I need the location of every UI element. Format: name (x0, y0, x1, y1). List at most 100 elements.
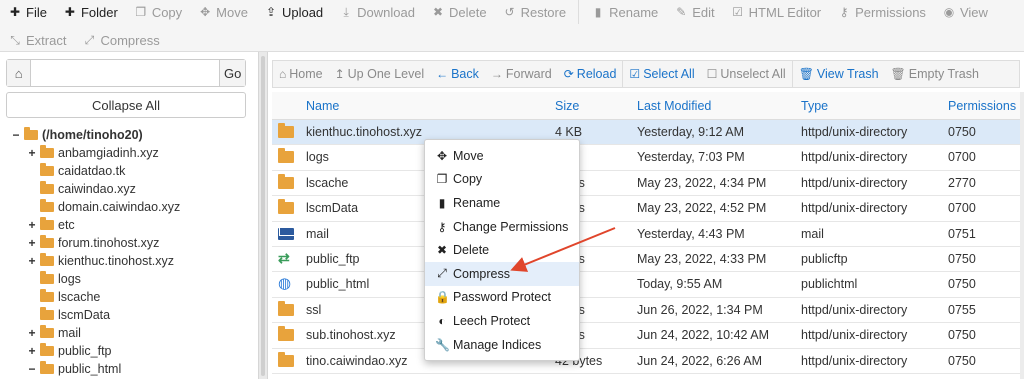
context-menu-compress[interactable]: ⤢ Compress (425, 261, 579, 286)
toolbar-folder-button[interactable]: ✚ Folder (55, 0, 126, 24)
table-row[interactable]: logs Yesterday, 7:03 PM httpd/unix-directo… (272, 145, 1020, 171)
trash-icon: 🗑 (890, 67, 906, 81)
folder-icon (278, 123, 294, 138)
toolbar-html-editor-button[interactable]: ☑ HTML Editor (723, 0, 829, 24)
go-button[interactable]: Go (219, 60, 245, 86)
collapse-icon[interactable]: − (10, 128, 22, 142)
path-input[interactable] (31, 60, 220, 86)
context-menu-leech-protect[interactable]: ◐ Leech Protect (425, 309, 579, 333)
expand-icon[interactable]: + (26, 236, 38, 250)
tree-item[interactable]: caidatdao.tk (10, 162, 255, 180)
folder-icon (40, 217, 54, 230)
extract-icon: ⤡ (10, 32, 20, 47)
file-type: httpd/unix-directory (801, 125, 908, 139)
tree-item[interactable]: − (/home/tinoho20) (10, 126, 255, 144)
toolbar-upload-button[interactable]: ⇪ Upload (256, 0, 331, 24)
expand-icon[interactable]: + (26, 254, 38, 268)
eye-icon: ◉ (943, 5, 955, 19)
context-menu-change-permissions[interactable]: ⚷ Change Permissions (425, 215, 579, 239)
context-menu-manage-indices[interactable]: 🔧 Manage Indices (425, 333, 579, 357)
toolbar-view-button[interactable]: ◉ View (934, 0, 996, 24)
context-menu-label: Manage Indices (453, 337, 542, 352)
header-size[interactable]: Size (555, 99, 579, 113)
table-row[interactable]: sslbytesJun 26, 2022, 1:34 PMhttpd/unix-… (272, 298, 1020, 324)
header-name[interactable]: Name (306, 99, 339, 113)
nav-select-all-button[interactable]: ☑ Select All (623, 61, 700, 87)
toolbar-file-button[interactable]: ✚ File (0, 0, 55, 24)
header-permissions[interactable]: Permissions (948, 99, 1016, 113)
tree-item[interactable]: caiwindao.xyz (10, 180, 255, 198)
header-last-modified[interactable]: Last Modified (637, 99, 711, 113)
nav-unselect-all-button[interactable]: ☐ Unselect All (701, 61, 792, 87)
tree-item[interactable]: + forum.tinohost.xyz (10, 234, 255, 252)
file-name: lscmData (306, 201, 359, 216)
tree-item[interactable]: − public_html (10, 360, 255, 378)
globe-icon: ◍ (278, 275, 292, 293)
toolbar-button-label: File (26, 4, 47, 20)
table-row[interactable]: lscmDatabytesMay 23, 2022, 4:52 PMhttpd/… (272, 196, 1020, 222)
toolbar-compress-button[interactable]: ⤢ Compress (74, 28, 167, 52)
toolbar-copy-button[interactable]: ❐ Copy (126, 0, 190, 24)
table-row[interactable]: lscachebytesMay 23, 2022, 4:34 PMhttpd/u… (272, 171, 1020, 197)
nav-view-trash-button[interactable]: 🗑 View Trash (793, 61, 885, 87)
context-menu-move[interactable]: ✥ Move (425, 144, 579, 168)
home-icon[interactable]: ⌂ (7, 60, 32, 86)
toolbar-button-label: Copy (151, 4, 183, 20)
toolbar-rename-button[interactable]: ▮ Rename (583, 0, 666, 24)
expand-icon[interactable]: + (26, 344, 38, 358)
context-menu: ✥ Move ❐ Copy ▮ Rename ⚷ Change Permissions ✖ Del… (424, 139, 580, 361)
file-permissions: 2770 (948, 175, 976, 190)
toolbar-button-label: Folder (80, 4, 118, 20)
collapse-all-button[interactable]: Collapse All (6, 92, 246, 118)
table-row[interactable]: ⇄public_ftpbytesMay 23, 2022, 4:33 PMpub… (272, 247, 1020, 273)
tree-item[interactable]: + mail (10, 324, 255, 342)
table-row[interactable]: tino.caiwindao.xyz42 bytesJun 24, 2022, … (272, 349, 1020, 374)
context-menu-label: Rename (453, 195, 501, 210)
file-type: httpd/unix-directory (801, 328, 908, 343)
folder-icon (40, 163, 54, 176)
tree-item[interactable]: + public_ftp (10, 342, 255, 360)
context-menu-password-protect[interactable]: 🔒 Password Protect (425, 286, 579, 310)
table-scrollbar[interactable] (1020, 92, 1024, 379)
table-row[interactable]: ◍ public_html Today, 9:55 AM publichtml 0750 (272, 272, 1020, 298)
nav-reload-button[interactable]: ⟳ Reload (558, 61, 623, 87)
tree-item[interactable]: domain.caiwindao.xyz (10, 198, 255, 216)
header-type[interactable]: Type (801, 99, 828, 113)
context-menu-rename[interactable]: ▮ Rename (425, 191, 579, 215)
toolbar-download-button[interactable]: ⤓ Download (331, 0, 423, 24)
tree-item[interactable]: lscache (10, 288, 255, 306)
tree-item[interactable]: lscmData (10, 306, 255, 324)
expand-icon[interactable]: + (26, 326, 38, 340)
nav-empty-trash-button[interactable]: 🗑 Empty Trash (885, 61, 985, 87)
toolbar-permissions-button[interactable]: ⚷ Permissions (829, 0, 934, 24)
file-type: publicftp (801, 251, 848, 266)
nav-up-one-level-button[interactable]: ↥ Up One Level (329, 61, 431, 87)
context-menu-delete[interactable]: ✖ Delete (425, 238, 579, 262)
file-name: mail (306, 226, 329, 241)
nav-home-button[interactable]: ⌂ Home (273, 61, 329, 87)
tree-item[interactable]: + kienthuc.tinohost.xyz (10, 252, 255, 270)
left-panel-scrollbar[interactable] (258, 52, 268, 379)
table-row[interactable]: sub.tinohost.xyzbytesJun 24, 2022, 10:42… (272, 323, 1020, 349)
context-menu-label: Leech Protect (453, 313, 531, 328)
nav-back-button[interactable]: ← Back (430, 61, 485, 87)
tree-item[interactable]: + anbamgiadinh.xyz (10, 144, 255, 162)
toolbar-move-button[interactable]: ✥ Move (190, 0, 256, 24)
toolbar-edit-button[interactable]: ✎ Edit (666, 0, 722, 24)
nav-forward-button[interactable]: → Forward (485, 61, 558, 87)
collapse-icon[interactable]: − (26, 362, 38, 376)
file-last-modified: Yesterday, 9:12 AM (637, 125, 745, 139)
table-row[interactable]: kienthuc.tinohost.xyz 4 KB Yesterday, 9:12… (272, 120, 1020, 146)
tree-item[interactable]: + etc (10, 216, 255, 234)
expand-icon[interactable]: + (26, 218, 38, 232)
context-menu-copy[interactable]: ❐ Copy (425, 168, 579, 192)
nav-button-label: View Trash (816, 67, 879, 81)
file-last-modified: Yesterday, 7:03 PM (637, 150, 745, 165)
expand-icon[interactable]: + (26, 146, 38, 160)
toolbar-delete-button[interactable]: ✖ Delete (423, 0, 495, 24)
toolbar-extract-button[interactable]: ⤡ Extract (0, 28, 74, 52)
toolbar-restore-button[interactable]: ↺ Restore (495, 0, 575, 24)
key-icon: ⚷ (437, 219, 447, 234)
table-row[interactable]: mail Yesterday, 4:43 PM mail 0751 (272, 222, 1020, 247)
tree-item[interactable]: logs (10, 270, 255, 288)
